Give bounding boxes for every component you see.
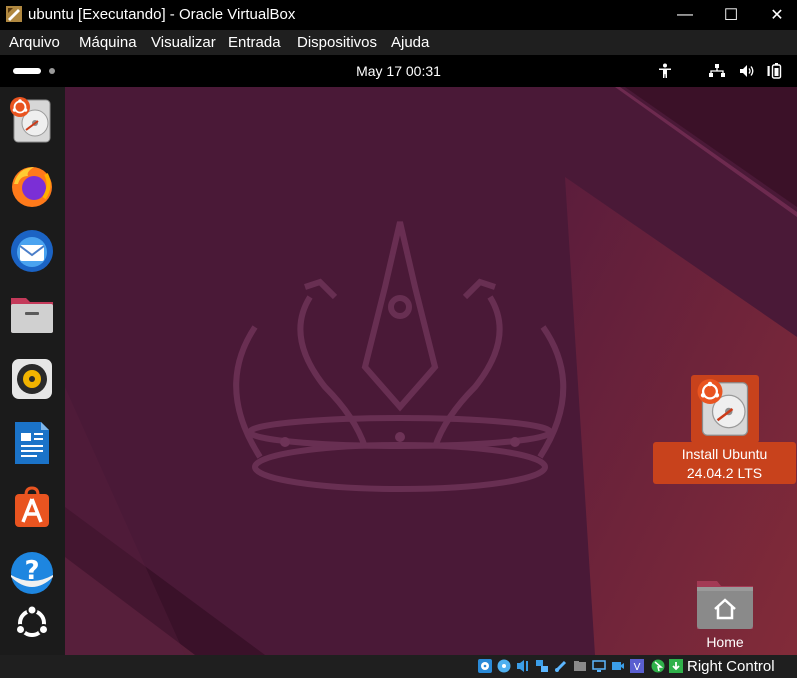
network-icon[interactable] bbox=[709, 64, 725, 78]
close-button[interactable]: ✕ bbox=[754, 0, 797, 30]
menu-bar: Arquivo Máquina Visualizar Entrada Dispo… bbox=[0, 30, 797, 55]
keyboard-capture-icon[interactable] bbox=[669, 659, 683, 673]
mouse-integration-icon[interactable] bbox=[651, 659, 665, 673]
menu-dispositivos[interactable]: Dispositivos bbox=[297, 34, 377, 51]
maximize-button[interactable]: ☐ bbox=[708, 0, 754, 30]
window-title: ubuntu [Executando] - Oracle VirtualBox bbox=[28, 6, 296, 23]
wallpaper bbox=[65, 87, 797, 655]
audio-icon[interactable] bbox=[516, 659, 530, 673]
app-center-icon[interactable] bbox=[8, 483, 56, 531]
cd-icon[interactable] bbox=[497, 659, 511, 673]
install-ubuntu-desktop-icon[interactable]: Install Ubuntu 24.04.2 LTS bbox=[653, 375, 797, 485]
rhythmbox-icon[interactable] bbox=[8, 355, 56, 403]
volume-icon[interactable] bbox=[739, 64, 755, 78]
network-adapter-icon[interactable] bbox=[535, 659, 549, 673]
virtualbox-app-icon bbox=[6, 6, 22, 22]
install-ubuntu-label: Install Ubuntu 24.04.2 LTS bbox=[653, 445, 796, 483]
ubuntu-installer-dock-icon[interactable] bbox=[8, 97, 56, 145]
menu-ajuda[interactable]: Ajuda bbox=[391, 34, 429, 51]
home-label: Home bbox=[706, 634, 744, 650]
vbox-status-bar: V Right Control bbox=[0, 655, 797, 678]
gnome-top-bar: May 17 00:31 bbox=[0, 55, 797, 87]
svg-text:V: V bbox=[634, 662, 641, 673]
libreoffice-writer-icon[interactable] bbox=[8, 419, 56, 467]
dock: ? bbox=[0, 87, 65, 655]
display-icon[interactable] bbox=[592, 659, 606, 673]
recording-icon[interactable] bbox=[611, 659, 625, 673]
usb-icon[interactable] bbox=[554, 659, 568, 673]
desktop[interactable]: Install Ubuntu 24.04.2 LTS Home bbox=[65, 87, 797, 655]
clock[interactable]: May 17 00:31 bbox=[0, 63, 797, 79]
firefox-icon[interactable] bbox=[8, 162, 56, 210]
menu-arquivo[interactable]: Arquivo bbox=[9, 34, 60, 51]
thunderbird-icon[interactable] bbox=[8, 226, 56, 274]
files-icon[interactable] bbox=[8, 290, 56, 338]
home-desktop-icon[interactable]: Home bbox=[685, 577, 765, 653]
shared-folders-icon[interactable] bbox=[573, 659, 587, 673]
vm-display[interactable]: May 17 00:31 ? Install Ubuntu 24.04.2 LT… bbox=[0, 55, 797, 655]
svg-text:?: ? bbox=[24, 556, 39, 586]
menu-visualizar[interactable]: Visualizar bbox=[151, 34, 216, 51]
home-folder-icon bbox=[697, 581, 753, 629]
install-ubuntu-label-line2: 24.04.2 LTS bbox=[686, 465, 763, 481]
help-icon[interactable]: ? bbox=[8, 547, 56, 595]
menu-maquina[interactable]: Máquina bbox=[79, 34, 137, 51]
battery-icon[interactable] bbox=[767, 63, 785, 79]
window-titlebar: ubuntu [Executando] - Oracle VirtualBox … bbox=[0, 0, 797, 30]
install-ubuntu-icon bbox=[697, 379, 749, 436]
accessibility-icon[interactable] bbox=[658, 63, 672, 79]
virtualization-icon[interactable]: V bbox=[630, 659, 644, 673]
host-key-label: Right Control bbox=[687, 658, 775, 675]
optical-drive-icon[interactable] bbox=[478, 659, 492, 673]
show-apps-icon[interactable] bbox=[8, 599, 56, 647]
install-ubuntu-label-line1: Install Ubuntu bbox=[681, 446, 768, 462]
menu-entrada[interactable]: Entrada bbox=[228, 34, 281, 51]
minimize-button[interactable]: — bbox=[662, 0, 708, 30]
